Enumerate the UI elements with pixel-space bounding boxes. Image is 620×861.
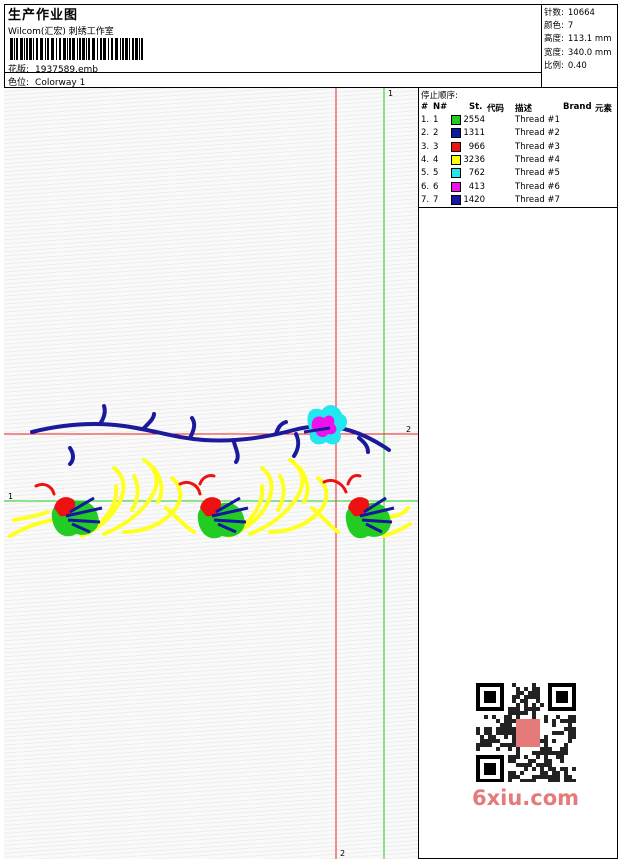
thread-stitch-count: 2554 bbox=[463, 115, 485, 125]
col-needle: N# bbox=[433, 102, 448, 112]
thread-index: 6. bbox=[421, 181, 430, 192]
thread-needle: 3 bbox=[433, 141, 439, 152]
thread-stitch-count: 1420 bbox=[463, 194, 485, 205]
col-index: # bbox=[421, 102, 429, 112]
col-stitches: St. bbox=[469, 102, 483, 112]
col-description: 描述 bbox=[515, 104, 533, 114]
thread-description: Thread #2 bbox=[515, 128, 560, 139]
thread-index: 5. bbox=[421, 168, 430, 179]
thread-color-swatch bbox=[451, 154, 461, 165]
thread-needle: 1 bbox=[433, 115, 439, 125]
thread-index: 3. bbox=[421, 141, 430, 152]
embroidery-preview: 1 2 1 2 bbox=[4, 88, 418, 859]
company-name: Wilcom(汇宏) 刺绣工作室 bbox=[8, 27, 114, 37]
colorway-row: 色位: Colorway 1 bbox=[8, 75, 85, 88]
thread-color-swatch bbox=[451, 168, 461, 179]
thread-row: 2. 2 1311 Thread #2 bbox=[421, 128, 616, 140]
thread-color-swatch bbox=[451, 128, 461, 139]
thread-row: 7. 7 1420 Thread #7 bbox=[421, 194, 616, 207]
thread-color-swatch bbox=[451, 141, 461, 152]
thread-stitch-count: 966 bbox=[468, 141, 485, 152]
flower-cluster-3 bbox=[345, 496, 395, 539]
qr-code-icon bbox=[472, 680, 580, 782]
thread-stitch-count: 1311 bbox=[463, 128, 485, 139]
thread-description: Thread #7 bbox=[515, 194, 560, 205]
thread-row: 4. 4 3236 Thread #4 bbox=[421, 154, 616, 167]
design-file-label: 花版: bbox=[8, 65, 30, 75]
thread-table-header: # N# St. 代码 描述 Brand 元素 bbox=[421, 102, 616, 114]
thread-needle: 5 bbox=[433, 168, 439, 179]
thread-index: 4. bbox=[421, 154, 430, 165]
thread-color-swatch bbox=[451, 181, 461, 192]
col-code: 代码 bbox=[487, 104, 505, 114]
design-file-row: 花版: 1937589.emb bbox=[8, 62, 98, 75]
watermark-text: 6xiu.com bbox=[472, 786, 580, 810]
stat-row-colors: 颜色: 7 bbox=[544, 21, 574, 32]
thread-needle: 4 bbox=[433, 154, 439, 165]
guide-label-v-red: 2 bbox=[340, 849, 345, 858]
thread-description: Thread #1 bbox=[515, 115, 560, 125]
thread-stitch-count: 3236 bbox=[463, 154, 485, 165]
thread-description: Thread #5 bbox=[515, 168, 560, 179]
thread-description: Thread #6 bbox=[515, 181, 560, 192]
thread-color-swatch bbox=[451, 194, 461, 205]
thread-stitch-count: 762 bbox=[468, 168, 485, 179]
thread-index: 7. bbox=[421, 194, 430, 205]
thread-sequence-panel: 停止顺序: # N# St. 代码 描述 Brand 元素 1. 1 2554 Thr… bbox=[419, 88, 618, 208]
thread-needle: 7 bbox=[433, 194, 439, 205]
thread-row: 5. 5 762 Thread #5 bbox=[421, 168, 616, 180]
flower-cluster-2 bbox=[197, 496, 249, 539]
thread-needle: 2 bbox=[433, 128, 439, 139]
red-stems bbox=[34, 474, 362, 496]
guide-label-v-green: 1 bbox=[388, 89, 393, 98]
production-sheet: 生产作业图 Wilcom(汇宏) 刺绣工作室 花版: 1937589.emb 色位… bbox=[0, 0, 620, 861]
barcode-icon bbox=[10, 38, 143, 60]
col-element: 元素 bbox=[595, 104, 613, 114]
thread-row: 6. 6 413 Thread #6 bbox=[421, 181, 616, 194]
stat-row-width: 宽度: 340.0 mm bbox=[544, 47, 612, 58]
design-stats: 针数: 10664 颜色: 7 高度: 113.1 mm 宽度: 340.0 mm 比例… bbox=[542, 4, 618, 88]
thread-needle: 6 bbox=[433, 181, 439, 192]
colorway-label: 色位: bbox=[8, 78, 30, 88]
stop-sequence-title: 停止顺序: bbox=[421, 91, 458, 101]
thread-stitch-count: 413 bbox=[468, 181, 485, 192]
guide-label-h-green: 1 bbox=[8, 492, 13, 501]
design-file-value: 1937589.emb bbox=[35, 65, 99, 75]
thread-row: 1. 1 2554 Thread #1 bbox=[421, 115, 616, 127]
thread-index: 1. bbox=[421, 115, 430, 125]
stat-row-stitches: 针数: 10664 bbox=[544, 8, 595, 18]
stat-row-scale: 比例: 0.40 bbox=[544, 60, 587, 71]
col-brand: Brand bbox=[563, 102, 592, 112]
colorway-value: Colorway 1 bbox=[35, 78, 86, 88]
thread-description: Thread #3 bbox=[515, 141, 560, 152]
border-motif bbox=[8, 458, 412, 539]
sheet-header: 生产作业图 Wilcom(汇宏) 刺绣工作室 花版: 1937589.emb 色位… bbox=[4, 4, 542, 88]
sheet-title: 生产作业图 bbox=[8, 8, 79, 23]
guide-label-h-red: 2 bbox=[406, 425, 411, 434]
thread-description: Thread #4 bbox=[515, 154, 560, 165]
vine-flower bbox=[303, 405, 348, 445]
thread-index: 2. bbox=[421, 128, 430, 139]
stat-row-height: 高度: 113.1 mm bbox=[544, 34, 612, 45]
thread-row: 3. 3 966 Thread #3 bbox=[421, 141, 616, 154]
thread-color-swatch bbox=[451, 115, 461, 125]
design-canvas[interactable]: 1 2 1 2 bbox=[4, 88, 419, 859]
